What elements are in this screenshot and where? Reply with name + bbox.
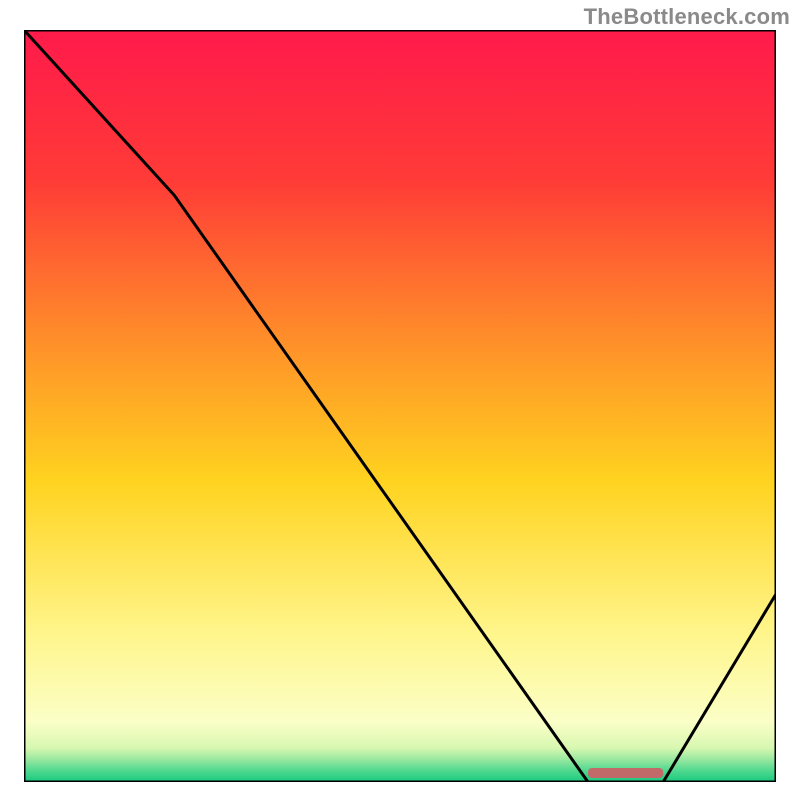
gradient-background bbox=[24, 30, 776, 782]
plot-area bbox=[24, 30, 776, 782]
attribution-text: TheBottleneck.com bbox=[584, 4, 790, 30]
chart-svg bbox=[24, 30, 776, 782]
chart-container: TheBottleneck.com bbox=[0, 0, 800, 800]
highlight-marker bbox=[588, 768, 663, 778]
